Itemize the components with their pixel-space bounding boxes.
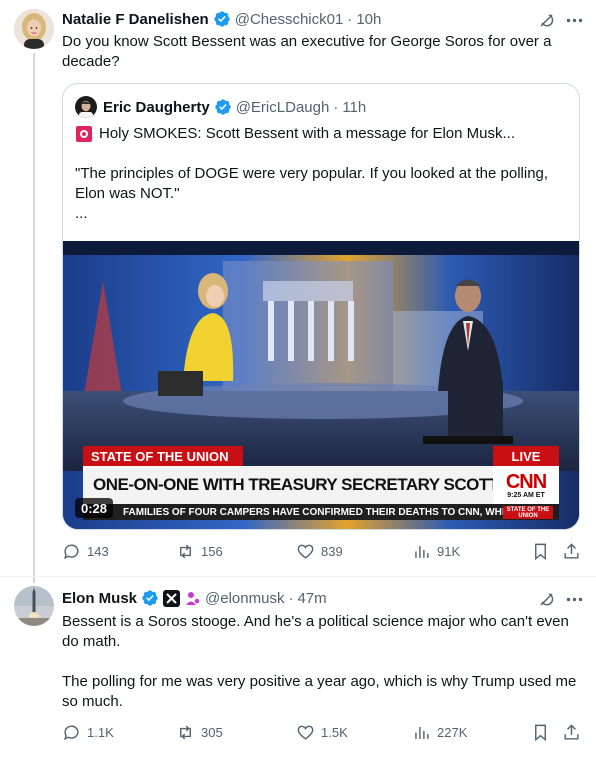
- dot-separator: ·: [333, 98, 339, 116]
- views-button[interactable]: 91K: [412, 542, 460, 561]
- bookmark-icon: [535, 724, 546, 742]
- quote-line-1: Holy SMOKES: Scott Bessent with a messag…: [99, 125, 515, 142]
- quote-display-name[interactable]: Eric Daugherty: [103, 99, 210, 116]
- quote-text: Holy SMOKES: Scott Bessent with a messag…: [75, 124, 570, 224]
- quote-handle[interactable]: @EricLDaugh: [236, 99, 330, 116]
- views-button[interactable]: 227K: [412, 723, 467, 742]
- timestamp[interactable]: 47m: [297, 590, 326, 607]
- tweet-top-actions: [536, 10, 584, 30]
- quote-tweet[interactable]: Eric Daugherty @EricLDaugh · 11h Holy SM…: [62, 83, 580, 530]
- timestamp[interactable]: 10h: [356, 11, 381, 28]
- bookmark-button[interactable]: [531, 542, 550, 561]
- repost-button[interactable]: 156: [176, 542, 223, 561]
- tweet-natalie[interactable]: Natalie F Danelishen @Chesschick01 · 10h…: [0, 0, 596, 585]
- dot-separator: ·: [288, 589, 294, 607]
- chyron-top: STATE OF THE UNION: [83, 446, 243, 466]
- news-ticker: FAMILIES OF FOUR CAMPERS HAVE CONFIRMED …: [83, 504, 559, 520]
- repost-icon: [180, 725, 191, 740]
- reply-icon: [64, 725, 79, 741]
- repost-button[interactable]: 305: [176, 723, 223, 742]
- bookmark-button[interactable]: [531, 723, 550, 742]
- views-icon: [415, 726, 429, 739]
- quote-line-3: ...: [75, 205, 88, 222]
- repost-icon: [180, 544, 191, 559]
- like-button[interactable]: 1.5K: [296, 723, 348, 742]
- grok-icon[interactable]: [536, 10, 556, 30]
- network-logo: CNN 9:25 AM ET: [493, 466, 559, 504]
- tweet-paragraph-1: Bessent is a Soros stooge. And he's a po…: [62, 613, 569, 650]
- verified-badge-icon: [215, 99, 231, 115]
- avatar-natalie[interactable]: [14, 9, 54, 49]
- verified-badge-icon: [142, 590, 158, 606]
- tweet-top-actions: [536, 589, 584, 609]
- verified-badge-icon: [214, 11, 230, 27]
- thread-line: [33, 53, 35, 583]
- reply-button[interactable]: 143: [62, 542, 109, 561]
- reply-button[interactable]: 1.1K: [62, 723, 114, 742]
- grok-icon[interactable]: [536, 589, 556, 609]
- more-icon[interactable]: [564, 10, 584, 30]
- live-badge: LIVE: [493, 446, 559, 466]
- quote-timestamp[interactable]: 11h: [342, 99, 366, 116]
- tweet-text: Do you know Scott Bessent was an executi…: [62, 33, 552, 70]
- x-logo-icon[interactable]: [163, 589, 181, 607]
- reply-icon: [64, 544, 79, 560]
- handle[interactable]: @elonmusk: [205, 590, 284, 607]
- quote-header: Eric Daugherty @EricLDaugh · 11h: [103, 97, 370, 117]
- tweet-header: Elon Musk @elonmusk · 47m: [62, 588, 331, 608]
- tweet-actions: 143 156 839 91K: [0, 542, 596, 562]
- person-icon[interactable]: [184, 590, 201, 607]
- siren-icon: [75, 125, 93, 143]
- like-icon: [297, 544, 314, 559]
- tweet-actions: 1.1K 305 1.5K 227K: [0, 723, 596, 743]
- tweet-header: Natalie F Danelishen @Chesschick01 · 10h: [62, 9, 385, 29]
- video-player[interactable]: STATE OF THE UNION LIVE ONE-ON-ONE WITH …: [63, 241, 579, 529]
- tweet-text: Bessent is a Soros stooge. And he's a po…: [62, 612, 582, 712]
- handle[interactable]: @Chesschick01: [235, 11, 344, 28]
- like-icon: [297, 725, 314, 740]
- display-name[interactable]: Natalie F Danelishen: [62, 11, 209, 28]
- share-button[interactable]: [562, 723, 581, 742]
- dot-separator: ·: [347, 10, 353, 28]
- quote-line-2: "The principles of DOGE were very popula…: [75, 165, 549, 202]
- tweet-elon[interactable]: Elon Musk @elonmusk · 47m Bessent is a S…: [0, 577, 596, 758]
- chyron-main: ONE-ON-ONE WITH TREASURY SECRETARY SCOTT…: [83, 466, 493, 504]
- like-button[interactable]: 839: [296, 542, 343, 561]
- views-icon: [415, 545, 429, 558]
- share-button[interactable]: [562, 542, 581, 561]
- share-icon: [564, 724, 579, 740]
- more-icon[interactable]: [564, 589, 584, 609]
- bookmark-icon: [535, 543, 546, 561]
- avatar-elon[interactable]: [14, 586, 54, 626]
- video-duration: 0:28: [75, 498, 114, 518]
- program-badge: STATE OF THE UNION: [503, 506, 553, 519]
- display-name[interactable]: Elon Musk: [62, 590, 137, 607]
- tweet-paragraph-2: The polling for me was very positive a y…: [62, 673, 577, 710]
- avatar-eric[interactable]: [75, 96, 97, 118]
- share-icon: [564, 543, 579, 559]
